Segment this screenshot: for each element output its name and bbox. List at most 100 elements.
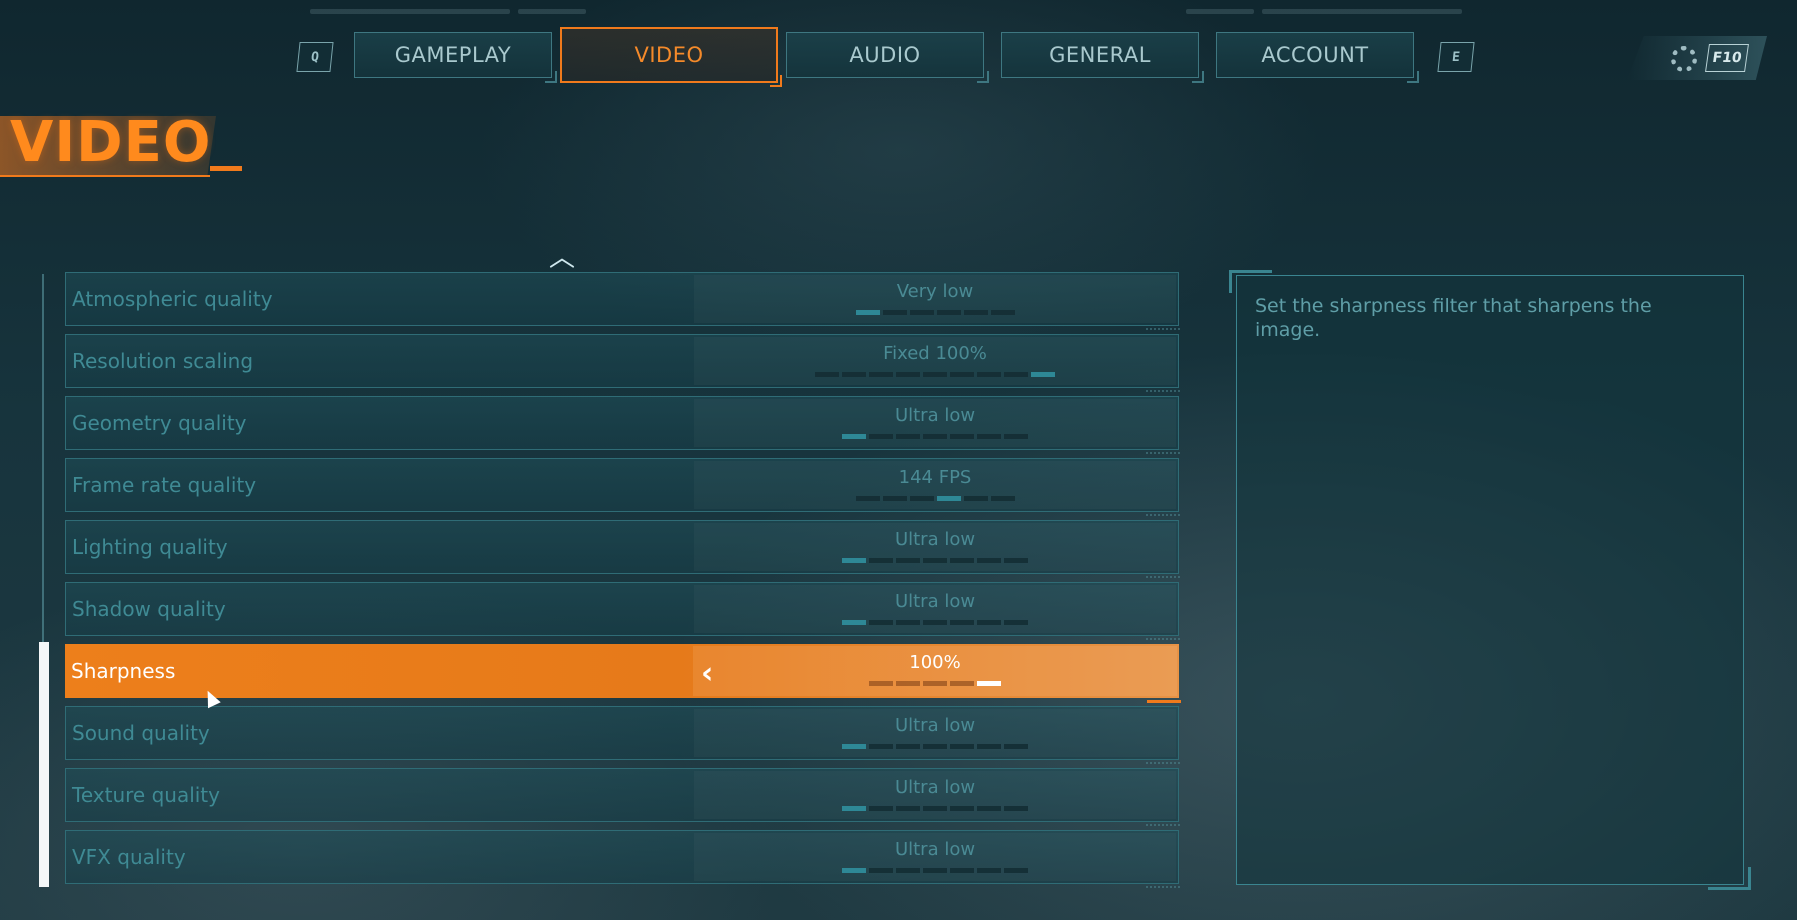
setting-row[interactable]: Sharpness ‹ 100% <box>65 644 1181 703</box>
level-pip <box>963 496 988 501</box>
prev-tab-key-hint[interactable]: Q <box>296 42 334 72</box>
tab-general-label: GENERAL <box>1049 43 1151 67</box>
setting-row[interactable]: Frame rate quality 144 FPS <box>65 458 1180 516</box>
setting-level-indicator <box>694 558 1176 563</box>
description-panel: Set the sharpness filter that sharpens t… <box>1229 270 1751 890</box>
setting-value-selector[interactable]: ‹ 100% <box>693 646 1177 696</box>
setting-level-indicator <box>694 310 1176 315</box>
setting-value: Ultra low <box>894 591 976 612</box>
tab-video[interactable]: VIDEO <box>560 27 782 87</box>
setting-label: Resolution scaling <box>72 349 254 373</box>
tab-corner <box>1407 71 1419 83</box>
level-pip <box>869 806 893 811</box>
setting-label: Frame rate quality <box>72 473 257 497</box>
tab-audio[interactable]: AUDIO <box>786 32 989 83</box>
level-pip <box>950 372 974 377</box>
level-pip <box>909 310 934 315</box>
level-pip <box>990 310 1015 315</box>
top-decoration-left <box>310 9 510 14</box>
chevron-up-icon[interactable]: ︿ <box>548 245 576 271</box>
row-corner-decoration <box>1146 635 1180 640</box>
setting-label: Sound quality <box>72 721 210 745</box>
level-pip <box>923 558 947 563</box>
tab-gameplay[interactable]: GAMEPLAY <box>354 32 557 83</box>
row-corner-decoration <box>1146 387 1180 392</box>
setting-value-selector[interactable]: Ultra low <box>694 771 1176 819</box>
scroll-thumb[interactable] <box>39 642 49 887</box>
level-pip <box>896 558 920 563</box>
next-tab-key-hint[interactable]: E <box>1437 42 1475 72</box>
setting-row[interactable]: Atmospheric quality Very low <box>65 272 1180 330</box>
setting-value-selector[interactable]: 144 FPS <box>694 461 1176 509</box>
level-pip <box>923 868 947 873</box>
level-pip <box>869 744 893 749</box>
level-pip <box>1004 558 1028 563</box>
level-pip <box>923 372 947 377</box>
setting-label: Shadow quality <box>72 597 226 621</box>
setting-value-selector[interactable]: Fixed 100% <box>694 337 1176 385</box>
level-pip <box>936 496 961 501</box>
setting-value-selector[interactable]: Ultra low <box>694 833 1176 881</box>
top-decoration-left-small <box>518 9 586 14</box>
level-pip <box>869 434 893 439</box>
level-pip <box>977 434 1001 439</box>
level-pip <box>977 744 1001 749</box>
level-pip <box>990 496 1015 501</box>
level-pip <box>950 744 974 749</box>
level-pip <box>896 681 920 686</box>
gear-icon[interactable] <box>1671 46 1697 72</box>
scroll-track[interactable] <box>42 274 44 642</box>
setting-level-indicator <box>694 496 1176 501</box>
setting-value: 144 FPS <box>898 467 972 488</box>
setting-level-indicator <box>694 434 1176 439</box>
level-pip <box>923 681 947 686</box>
setting-label: Geometry quality <box>72 411 247 435</box>
setting-value-selector[interactable]: Ultra low <box>694 709 1176 757</box>
setting-row[interactable]: Resolution scaling Fixed 100% <box>65 334 1180 392</box>
setting-row[interactable]: VFX quality Ultra low <box>65 830 1180 888</box>
setting-value-selector[interactable]: Ultra low <box>694 523 1176 571</box>
level-pip <box>950 681 974 686</box>
level-pip <box>923 744 947 749</box>
level-pip <box>896 806 920 811</box>
top-decoration-right <box>1262 9 1462 14</box>
level-pip <box>977 372 1001 377</box>
tab-account[interactable]: ACCOUNT <box>1216 32 1419 83</box>
setting-row[interactable]: Lighting quality Ultra low <box>65 520 1180 578</box>
level-pip <box>896 744 920 749</box>
setting-label: Sharpness <box>71 659 176 683</box>
setting-value: Fixed 100% <box>883 343 987 364</box>
setting-row[interactable]: Geometry quality Ultra low <box>65 396 1180 454</box>
row-corner-decoration <box>1146 573 1180 578</box>
tab-corner <box>545 71 557 83</box>
row-corner-decoration <box>1146 883 1180 888</box>
level-pip <box>1004 744 1028 749</box>
level-pip <box>950 868 974 873</box>
setting-value-selector[interactable]: Ultra low <box>694 399 1176 447</box>
setting-value: Ultra low <box>894 405 976 426</box>
level-pip <box>882 496 907 501</box>
level-pip <box>909 496 934 501</box>
setting-row[interactable]: Texture quality Ultra low <box>65 768 1180 826</box>
level-pip <box>950 434 974 439</box>
level-pip <box>855 496 880 501</box>
level-pip <box>869 868 893 873</box>
settings-key-hint[interactable]: F10 <box>1705 44 1749 72</box>
level-pip <box>842 434 866 439</box>
setting-value-selector[interactable]: Ultra low <box>694 585 1176 633</box>
row-corner-decoration <box>1146 511 1180 516</box>
level-pip <box>842 806 866 811</box>
level-pip <box>896 620 920 625</box>
row-corner-decoration <box>1147 697 1181 703</box>
setting-label: VFX quality <box>72 845 186 869</box>
setting-row[interactable]: Shadow quality Ultra low <box>65 582 1180 640</box>
level-pip <box>963 310 988 315</box>
tab-general[interactable]: GENERAL <box>1001 32 1204 83</box>
setting-label: Lighting quality <box>72 535 228 559</box>
level-pip <box>1004 372 1028 377</box>
setting-level-indicator <box>694 806 1176 811</box>
setting-value-selector[interactable]: Very low <box>694 275 1176 323</box>
level-pip <box>815 372 839 377</box>
setting-row[interactable]: Sound quality Ultra low <box>65 706 1180 764</box>
level-pip <box>896 434 920 439</box>
